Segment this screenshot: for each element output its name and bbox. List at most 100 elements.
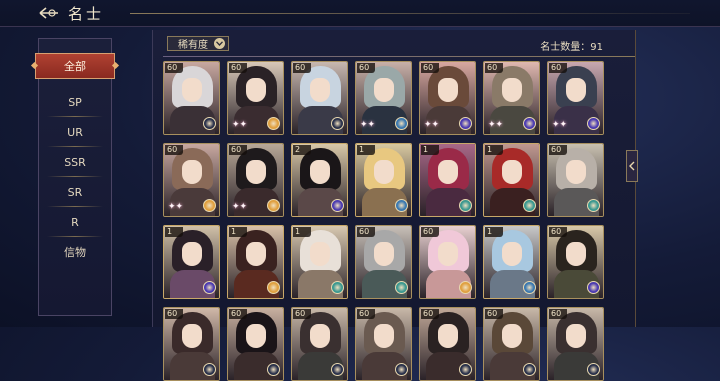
sidebar-item-sp[interactable]: SP	[39, 87, 111, 117]
sidebar-item-tokens[interactable]: 信物	[39, 237, 111, 267]
element-icon	[587, 281, 600, 294]
level-badge: 60	[229, 309, 247, 319]
character-card[interactable]: 1	[227, 225, 284, 299]
element-icon	[331, 117, 344, 130]
character-card[interactable]: 60	[227, 307, 284, 381]
sidebar-item-sr[interactable]: SR	[39, 177, 111, 207]
level-badge: 60	[165, 309, 183, 319]
element-icon	[267, 281, 280, 294]
level-badge: 1	[165, 227, 183, 237]
sidebar-item-ur[interactable]: UR	[39, 117, 111, 147]
header-divider	[130, 13, 690, 14]
character-card[interactable]: 60	[419, 307, 476, 381]
level-badge: 1	[485, 145, 503, 155]
character-card[interactable]: 1	[291, 225, 348, 299]
element-icon	[523, 363, 536, 376]
level-badge: 1	[229, 227, 247, 237]
element-icon	[587, 117, 600, 130]
sidebar-item-label: SSR	[64, 155, 86, 169]
rarity-filter-button[interactable]: 稀有度	[167, 36, 229, 51]
portrait-face	[182, 78, 202, 102]
character-card[interactable]: 60	[547, 143, 604, 217]
portrait-face	[502, 160, 522, 184]
character-card[interactable]: 1	[483, 143, 540, 217]
level-badge: 60	[165, 63, 183, 73]
portrait-face	[438, 242, 458, 266]
portrait-face	[246, 160, 266, 184]
character-card[interactable]: 2	[291, 143, 348, 217]
character-card[interactable]: 60 ✦✦	[355, 61, 412, 135]
sparkle-icon: ✦✦	[232, 120, 248, 130]
portrait-face	[182, 242, 202, 266]
element-icon	[267, 199, 280, 212]
level-badge: 60	[485, 63, 503, 73]
character-card[interactable]: 1	[483, 225, 540, 299]
portrait-face	[374, 160, 394, 184]
portrait-face	[566, 242, 586, 266]
character-count: 名士数量：91	[540, 42, 603, 53]
portrait-face	[438, 324, 458, 348]
expand-arrow-icon[interactable]	[626, 150, 638, 182]
portrait-face	[374, 324, 394, 348]
sidebar-item-label: R	[71, 215, 79, 229]
character-card[interactable]: 60 ✦✦	[419, 61, 476, 135]
character-card[interactable]: 60 ✦✦	[163, 143, 220, 217]
character-card[interactable]: 60	[355, 307, 412, 381]
character-card[interactable]: 60 ✦✦	[227, 61, 284, 135]
character-card[interactable]: 1	[355, 143, 412, 217]
element-icon	[459, 281, 472, 294]
sparkle-icon: ✦✦	[552, 120, 568, 130]
level-badge: 1	[421, 145, 439, 155]
portrait-face	[502, 242, 522, 266]
portrait-face	[246, 324, 266, 348]
sidebar-item-label: SR	[67, 185, 83, 199]
character-card[interactable]: 60 ✦✦	[483, 61, 540, 135]
portrait-face	[438, 160, 458, 184]
level-badge: 1	[293, 227, 311, 237]
character-card[interactable]: 60	[355, 225, 412, 299]
sparkle-icon: ✦✦	[360, 120, 376, 130]
character-card[interactable]: 60 ✦✦	[227, 143, 284, 217]
character-card[interactable]: 60	[291, 307, 348, 381]
element-icon	[203, 117, 216, 130]
level-badge: 60	[549, 227, 567, 237]
level-badge: 60	[549, 309, 567, 319]
element-icon	[331, 363, 344, 376]
character-card[interactable]: 60	[419, 225, 476, 299]
character-panel: 稀有度 名士数量：91 60 60 ✦✦ 60 60 ✦✦ 60 ✦✦ 60 ✦✦ 60 ✦✦ 60 ✦✦…	[152, 30, 636, 381]
character-card[interactable]: 1	[163, 225, 220, 299]
level-badge: 60	[485, 309, 503, 319]
level-badge: 2	[293, 145, 311, 155]
element-icon	[203, 281, 216, 294]
level-badge: 60	[549, 63, 567, 73]
level-badge: 60	[421, 63, 439, 73]
character-card[interactable]: 60	[291, 61, 348, 135]
sidebar-item-all[interactable]: 全部	[35, 53, 115, 79]
character-card[interactable]: 60	[163, 61, 220, 135]
sidebar-item-r[interactable]: R	[39, 207, 111, 237]
back-arrow-icon[interactable]	[38, 5, 60, 21]
character-card[interactable]: 60	[547, 307, 604, 381]
level-badge: 60	[357, 63, 375, 73]
level-badge: 1	[357, 145, 375, 155]
portrait-face	[310, 242, 330, 266]
sidebar-item-label: 全部	[64, 60, 86, 73]
portrait-face	[182, 324, 202, 348]
character-card[interactable]: 1	[419, 143, 476, 217]
character-card[interactable]: 60	[163, 307, 220, 381]
portrait-face	[438, 78, 458, 102]
portrait-face	[246, 242, 266, 266]
level-badge: 60	[165, 145, 183, 155]
element-icon	[203, 199, 216, 212]
character-grid: 60 60 ✦✦ 60 60 ✦✦ 60 ✦✦ 60 ✦✦ 60 ✦✦ 60 ✦✦ 60 ✦✦ 2 1 1 1 60 1 1…	[163, 61, 604, 381]
character-card[interactable]: 60	[483, 307, 540, 381]
level-badge: 60	[421, 227, 439, 237]
portrait-face	[246, 78, 266, 102]
portrait-face	[566, 324, 586, 348]
character-card[interactable]: 60 ✦✦	[547, 61, 604, 135]
portrait-face	[310, 324, 330, 348]
element-icon	[267, 363, 280, 376]
sparkle-icon: ✦✦	[232, 202, 248, 212]
character-card[interactable]: 60	[547, 225, 604, 299]
sidebar-item-ssr[interactable]: SSR	[39, 147, 111, 177]
